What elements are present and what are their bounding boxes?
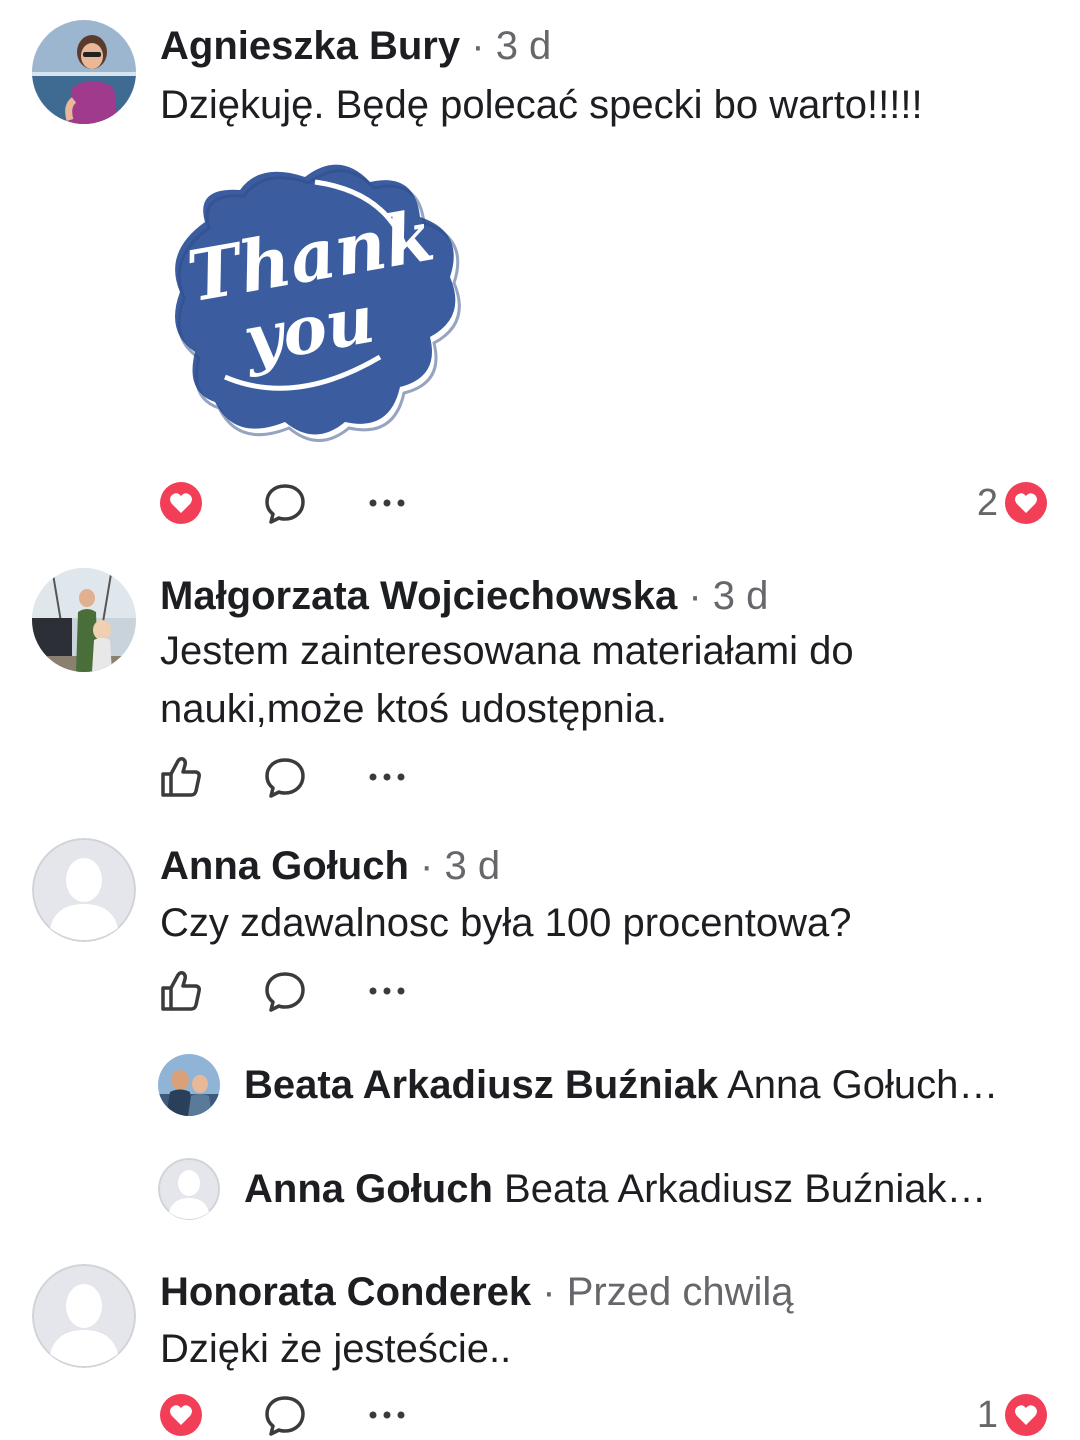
comment-text: Dziękuję. Będę polecać specki bo warto!!… bbox=[160, 83, 923, 127]
like-button[interactable] bbox=[158, 968, 204, 1014]
reaction-count-number: 2 bbox=[976, 481, 998, 524]
reply-preview-text: Anna Gołuch… bbox=[727, 1063, 999, 1107]
author-name[interactable]: Honorata Conderek bbox=[160, 1270, 531, 1314]
avatar[interactable] bbox=[32, 568, 136, 672]
comment-actions bbox=[158, 754, 1058, 802]
more-dots-icon bbox=[369, 499, 405, 507]
more-dots-icon bbox=[369, 773, 405, 781]
comment-actions: 1 bbox=[158, 1392, 1058, 1440]
comment-actions bbox=[158, 968, 1058, 1016]
comment-text: Czy zdawalnosc była 100 procentowa? bbox=[160, 901, 852, 945]
default-profile-icon bbox=[32, 838, 136, 942]
avatar[interactable] bbox=[32, 20, 136, 124]
separator-dot: · bbox=[420, 844, 434, 888]
comment-header: Honorata Conderek · Przed chwilą bbox=[160, 1268, 794, 1316]
timestamp[interactable]: Przed chwilą bbox=[567, 1270, 794, 1314]
author-name[interactable]: Agnieszka Bury bbox=[160, 24, 460, 68]
avatar bbox=[158, 1054, 220, 1116]
comment-header: Małgorzata Wojciechowska · 3 d bbox=[160, 572, 768, 620]
reply-author-name[interactable]: Beata Arkadiusz Buźniak bbox=[244, 1063, 718, 1107]
separator-dot: · bbox=[688, 574, 702, 618]
default-profile-icon bbox=[158, 1158, 220, 1220]
reply-preview[interactable]: Beata Arkadiusz Buźniak Anna Gołuch… bbox=[158, 1054, 1038, 1118]
more-options-button[interactable] bbox=[364, 480, 410, 526]
comment-honorata-conderek: Honorata Conderek · Przed chwilą Dzięki … bbox=[0, 1250, 1080, 1436]
thumbs-up-icon bbox=[161, 757, 201, 797]
reply-button[interactable] bbox=[262, 480, 308, 526]
more-options-button[interactable] bbox=[364, 1392, 410, 1438]
author-name[interactable]: Anna Gołuch bbox=[160, 844, 409, 888]
reply-button[interactable] bbox=[262, 1392, 308, 1438]
reply-button[interactable] bbox=[262, 968, 308, 1014]
more-dots-icon bbox=[369, 1411, 405, 1419]
reaction-count[interactable]: 1 bbox=[977, 1392, 1048, 1438]
avatar[interactable] bbox=[32, 838, 136, 942]
speech-bubble-icon bbox=[265, 758, 305, 798]
comment-malgorzata-wojciechowska: Małgorzata Wojciechowska · 3 d Jestem za… bbox=[0, 540, 1080, 810]
timestamp[interactable]: 3 d bbox=[444, 844, 500, 888]
heart-reaction-icon bbox=[1005, 482, 1047, 524]
reaction-count[interactable]: 2 bbox=[977, 480, 1048, 526]
heart-reaction-icon bbox=[160, 1394, 202, 1436]
comment-header: Anna Gołuch · 3 d bbox=[160, 842, 500, 890]
author-name[interactable]: Małgorzata Wojciechowska bbox=[160, 574, 677, 618]
reply-author-name[interactable]: Anna Gołuch bbox=[244, 1167, 493, 1211]
more-dots-icon bbox=[369, 987, 405, 995]
timestamp[interactable]: 3 d bbox=[713, 574, 769, 618]
thumbs-up-icon bbox=[161, 971, 201, 1011]
comment-actions: 2 bbox=[158, 480, 1058, 528]
more-options-button[interactable] bbox=[364, 968, 410, 1014]
reaction-count-number: 1 bbox=[976, 1393, 998, 1436]
more-options-button[interactable] bbox=[364, 754, 410, 800]
reply-preview-text: Beata Arkadiusz Buźniak… bbox=[504, 1167, 987, 1211]
comment-text: Jestem zainteresowana materiałami do nau… bbox=[160, 629, 854, 731]
like-button[interactable] bbox=[158, 754, 204, 800]
timestamp[interactable]: 3 d bbox=[496, 24, 552, 68]
speech-bubble-icon bbox=[265, 972, 305, 1012]
heart-reaction-icon bbox=[1005, 1394, 1047, 1436]
love-reaction-button[interactable] bbox=[158, 1392, 204, 1438]
comment-text: Dzięki że jesteście.. bbox=[160, 1327, 512, 1371]
love-reaction-button[interactable] bbox=[158, 480, 204, 526]
reply-preview[interactable]: Anna Gołuch Beata Arkadiusz Buźniak… bbox=[158, 1158, 1038, 1222]
separator-dot: · bbox=[471, 24, 485, 68]
comment-anna-goluch: Anna Gołuch · 3 d Czy zdawalnosc była 10… bbox=[0, 810, 1080, 1250]
default-profile-icon bbox=[32, 1264, 136, 1368]
comment-agnieszka-bury: Agnieszka Bury · 3 d Dziękuję. Będę pole… bbox=[0, 0, 1080, 540]
avatar bbox=[158, 1158, 220, 1220]
avatar[interactable] bbox=[32, 1264, 136, 1368]
heart-reaction-icon bbox=[160, 482, 202, 524]
reply-button[interactable] bbox=[262, 754, 308, 800]
reply-text: Beata Arkadiusz Buźniak Anna Gołuch… bbox=[244, 1060, 1024, 1110]
speech-bubble-icon bbox=[265, 1396, 305, 1436]
separator-dot: · bbox=[542, 1270, 556, 1314]
comment-header: Agnieszka Bury · 3 d bbox=[160, 22, 551, 70]
reply-text: Anna Gołuch Beata Arkadiusz Buźniak… bbox=[244, 1164, 1024, 1214]
thank-you-sticker[interactable]: Thank you bbox=[165, 152, 470, 442]
speech-bubble-icon bbox=[265, 484, 305, 524]
